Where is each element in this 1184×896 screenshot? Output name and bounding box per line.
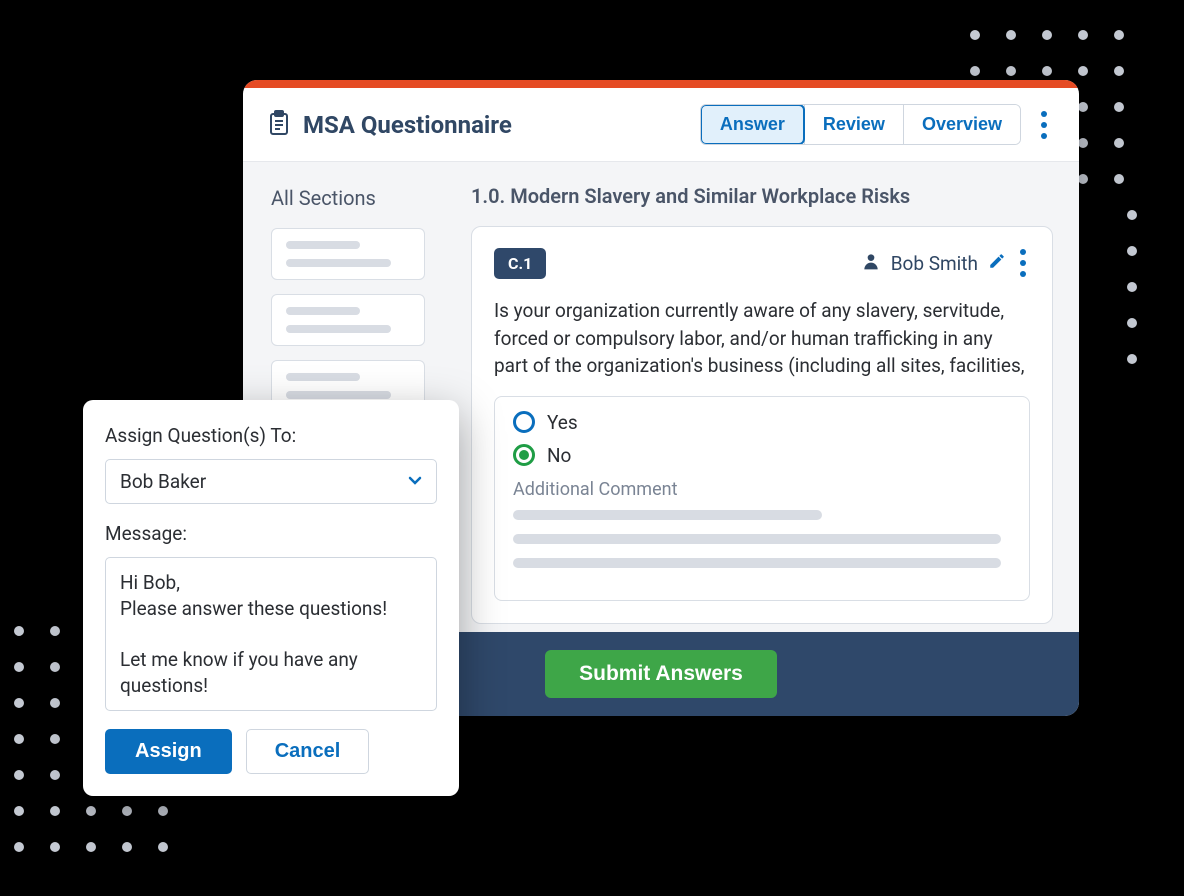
comment-placeholder-line — [513, 558, 1001, 568]
clipboard-icon — [267, 110, 291, 140]
view-tabs: Answer Review Overview — [700, 104, 1021, 145]
question-card: C.1 Bob Smith Is your org — [471, 226, 1053, 624]
radio-label: Yes — [547, 411, 578, 434]
assignee-name: Bob Smith — [891, 252, 978, 275]
section-item[interactable] — [271, 228, 425, 280]
cancel-button[interactable]: Cancel — [246, 729, 370, 774]
radio-label: No — [547, 444, 571, 467]
edit-assignee-icon[interactable] — [988, 252, 1006, 275]
radio-unselected-icon — [513, 411, 535, 433]
selected-assignee: Bob Baker — [120, 470, 206, 493]
question-code: C.1 — [494, 248, 546, 279]
main-panel: 1.0. Modern Slavery and Similar Workplac… — [443, 162, 1079, 632]
assign-button[interactable]: Assign — [105, 729, 232, 774]
additional-comment-label: Additional Comment — [513, 479, 1011, 500]
decorative-dots-right — [1127, 210, 1137, 364]
section-item[interactable] — [271, 294, 425, 346]
message-textarea[interactable]: Hi Bob, Please answer these questions! L… — [105, 557, 437, 711]
submit-answers-button[interactable]: Submit Answers — [545, 650, 777, 698]
comment-placeholder-line — [513, 510, 822, 520]
comment-placeholder-line — [513, 534, 1001, 544]
message-label: Message: — [105, 522, 437, 545]
chevron-down-icon — [408, 474, 422, 490]
answer-box: Yes No Additional Comment — [494, 396, 1030, 601]
section-heading: 1.0. Modern Slavery and Similar Workplac… — [471, 184, 1053, 208]
tab-review[interactable]: Review — [804, 105, 903, 144]
assign-to-label: Assign Question(s) To: — [105, 424, 437, 447]
tab-overview[interactable]: Overview — [903, 105, 1020, 144]
page-title: MSA Questionnaire — [303, 111, 512, 139]
vertical-dots-icon — [1020, 249, 1026, 277]
radio-option-no[interactable]: No — [513, 444, 1011, 467]
question-text: Is your organization currently aware of … — [494, 297, 1030, 380]
person-icon — [861, 251, 881, 276]
window-header: MSA Questionnaire Answer Review Overview — [243, 88, 1079, 162]
tab-answer[interactable]: Answer — [700, 104, 805, 145]
radio-selected-icon — [513, 444, 535, 466]
radio-option-yes[interactable]: Yes — [513, 411, 1011, 434]
accent-stripe — [243, 80, 1079, 88]
assignee-select[interactable]: Bob Baker — [105, 459, 437, 504]
assign-popover: Assign Question(s) To: Bob Baker Message… — [83, 400, 459, 796]
sidebar-title: All Sections — [271, 186, 425, 210]
question-assignee: Bob Smith — [861, 245, 1030, 281]
question-more-menu[interactable] — [1016, 245, 1030, 281]
vertical-dots-icon — [1041, 111, 1047, 139]
header-more-menu[interactable] — [1037, 107, 1051, 143]
